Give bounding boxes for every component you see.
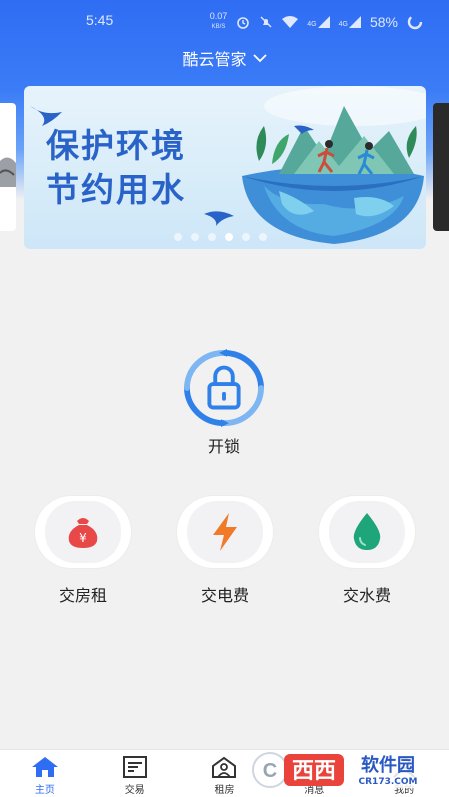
banner-dot[interactable] — [174, 233, 182, 241]
banner-pagination — [174, 233, 267, 241]
lightning-icon — [213, 513, 237, 551]
banner-prev-peek[interactable] — [0, 103, 16, 231]
pay-rent-icon-circle: ¥ — [35, 496, 131, 568]
home-icon — [31, 757, 58, 777]
money-bag-icon: ¥ — [68, 518, 98, 548]
tab-transactions-label: 交易 — [124, 785, 145, 796]
pay-rent-label: 交房租 — [58, 588, 107, 605]
pay-rent-button[interactable]: ¥ 交房租 — [34, 496, 132, 606]
banner-line-1: 保护环境 — [46, 126, 186, 165]
status-bar: 5:45 0.07 KB/S 4G 4G 58% — [0, 0, 449, 40]
net-speed: 0.07 KB/S — [209, 11, 228, 31]
signal-4g-2: 4G — [339, 16, 361, 28]
unlock-button[interactable]: 开锁 — [175, 349, 273, 457]
banner-line-2: 节约用水 — [46, 170, 186, 209]
tab-home-label: 主页 — [34, 785, 55, 796]
tab-transactions[interactable]: 交易 — [90, 750, 180, 797]
mute-icon — [260, 16, 272, 28]
promo-banner[interactable]: 保护环境 节约用水 — [24, 86, 426, 249]
tab-rent-house-label: 租房 — [214, 785, 235, 796]
pay-electricity-button[interactable]: 交电费 — [176, 496, 274, 606]
banner-slogan: 保护环境 节约用水 — [46, 124, 186, 212]
signal-4g-1: 4G — [307, 16, 330, 28]
page-title: 酷云管家 — [182, 52, 247, 69]
watermark-brand: 西西 — [292, 759, 336, 784]
battery-ring-icon — [407, 14, 423, 30]
status-time: 5:45 — [86, 12, 114, 28]
banner-next-peek[interactable] — [433, 103, 449, 231]
water-drop-icon — [353, 513, 381, 550]
pay-water-button[interactable]: 交水费 — [318, 496, 416, 606]
banner-dot[interactable] — [208, 233, 216, 241]
banner-dot[interactable] — [225, 233, 233, 241]
pay-water-label: 交水费 — [342, 588, 391, 605]
alarm-icon — [237, 17, 250, 29]
watermark-url: CR173.COM — [359, 777, 418, 787]
status-icons: 0.07 KB/S 4G 4G 58% — [210, 12, 423, 32]
banner-dot[interactable] — [242, 233, 250, 241]
wifi-icon — [282, 16, 299, 28]
tab-home[interactable]: 主页 — [0, 750, 90, 797]
svg-text:¥: ¥ — [79, 531, 87, 545]
community-selector[interactable]: 酷云管家 — [0, 44, 449, 72]
pay-electricity-label: 交电费 — [200, 588, 249, 605]
house-person-icon — [212, 756, 237, 778]
unlock-label: 开锁 — [207, 439, 240, 456]
battery-percent: 58% — [369, 14, 398, 30]
banner-dot[interactable] — [191, 233, 199, 241]
document-icon — [122, 756, 147, 778]
watermark-logo: C 西西 软件园 CR173.COM — [252, 752, 430, 788]
pay-electricity-icon-circle — [177, 496, 273, 568]
pay-water-icon-circle — [319, 496, 415, 568]
lock-icon — [184, 349, 264, 427]
svg-text:C: C — [263, 760, 277, 782]
watermark-sub: 软件园 — [361, 754, 415, 776]
chevron-down-icon — [252, 54, 267, 63]
banner-dot[interactable] — [259, 233, 267, 241]
